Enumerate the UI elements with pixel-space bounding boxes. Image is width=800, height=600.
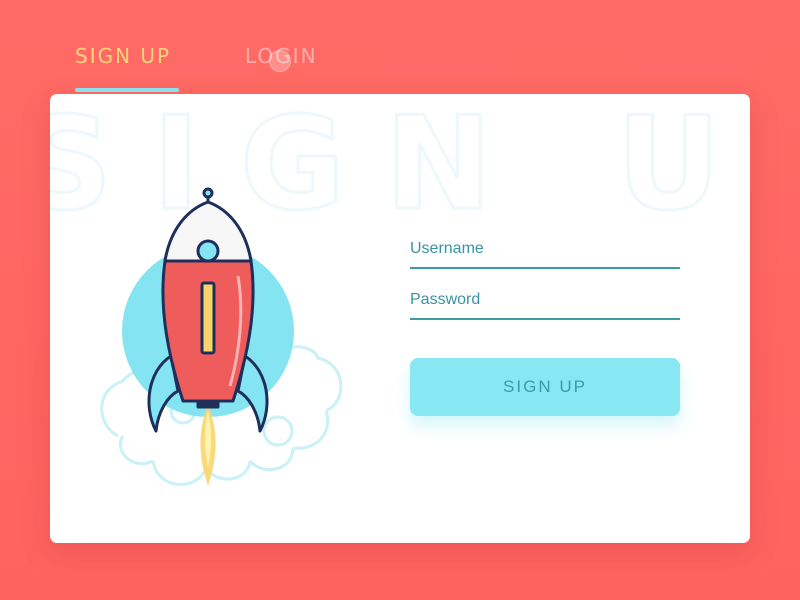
rocket-illustration [100,187,343,486]
username-field[interactable] [410,236,680,262]
rocket-icon [161,187,255,409]
sign-up-button[interactable]: SIGN UP [410,358,680,416]
tab-sign-up[interactable]: SIGN UP [75,44,171,68]
password-field-wrapper [410,287,680,320]
active-tab-indicator [75,88,179,92]
password-field[interactable] [410,287,680,313]
mouse-cursor [269,50,291,72]
username-field-wrapper [410,236,680,269]
sign-up-card: SIGN UP [50,94,750,543]
sign-up-form: SIGN UP [410,236,680,416]
